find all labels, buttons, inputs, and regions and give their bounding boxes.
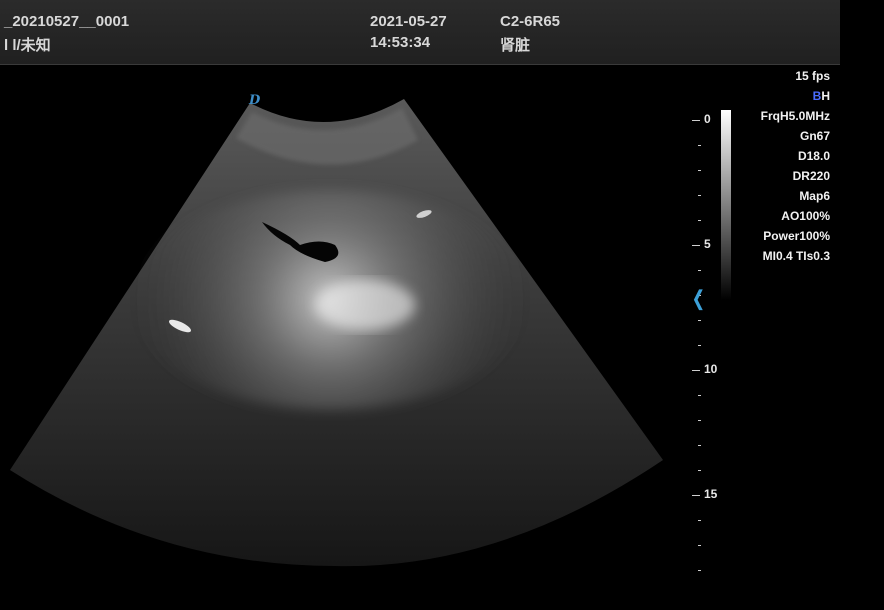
depth-tick	[698, 520, 701, 521]
param-power: Power100%	[763, 229, 830, 243]
depth-tick	[692, 495, 700, 496]
depth-tick	[698, 145, 701, 146]
depth-tick	[698, 545, 701, 546]
depth-tick	[698, 420, 701, 421]
depth-tick	[698, 445, 701, 446]
depth-tick	[692, 245, 700, 246]
param-ao: AO100%	[781, 209, 830, 223]
depth-tick	[698, 320, 701, 321]
depth-label-10: 10	[704, 362, 718, 376]
probe-name: C2-6R65	[500, 13, 561, 30]
depth-label-15: 15	[704, 487, 718, 501]
depth-tick	[698, 345, 701, 346]
header-bar: _20210527__0001 l l/未知 2021-05-27 14:53:…	[0, 0, 840, 65]
depth-tick	[692, 120, 700, 121]
depth-label-0: 0	[704, 112, 711, 126]
ultrasound-image	[10, 99, 663, 567]
frame-rate: 15 fps	[795, 69, 830, 83]
mode-indicator: BH	[761, 86, 830, 106]
depth-tick	[698, 570, 701, 571]
focus-chevron-icon: ❬	[690, 288, 707, 310]
depth-tick	[698, 170, 701, 171]
param-frequency: FrqH5.0MHz	[760, 109, 830, 123]
depth-tick	[698, 220, 701, 221]
exam-id: _20210527__0001	[4, 13, 130, 30]
orientation-marker: D	[249, 93, 261, 108]
depth-tick	[698, 270, 701, 271]
grayscale-bar	[721, 110, 731, 300]
mode-h: H	[821, 89, 830, 103]
param-gain: Gn67	[799, 129, 830, 143]
depth-tick	[692, 370, 700, 371]
param-mi-ti: MI0.4 TIs0.3	[762, 249, 830, 263]
depth-tick	[698, 395, 701, 396]
patient-name: l l/未知	[4, 37, 51, 54]
depth-tick	[698, 195, 701, 196]
param-map: Map6	[799, 189, 830, 203]
exam-organ: 肾脏	[500, 37, 531, 54]
bright-region	[315, 280, 415, 330]
depth-tick	[698, 470, 701, 471]
exam-time: 14:53:34	[370, 34, 431, 51]
exam-date: 2021-05-27	[370, 13, 447, 30]
depth-label-5: 5	[704, 237, 711, 251]
param-dynamic-range: DR220	[792, 169, 830, 183]
imaging-parameters: 15 fps BH FrqH5.0MHz Gn67 D18.0 DR220 Ma…	[761, 66, 830, 266]
param-depth: D18.0	[797, 149, 830, 163]
